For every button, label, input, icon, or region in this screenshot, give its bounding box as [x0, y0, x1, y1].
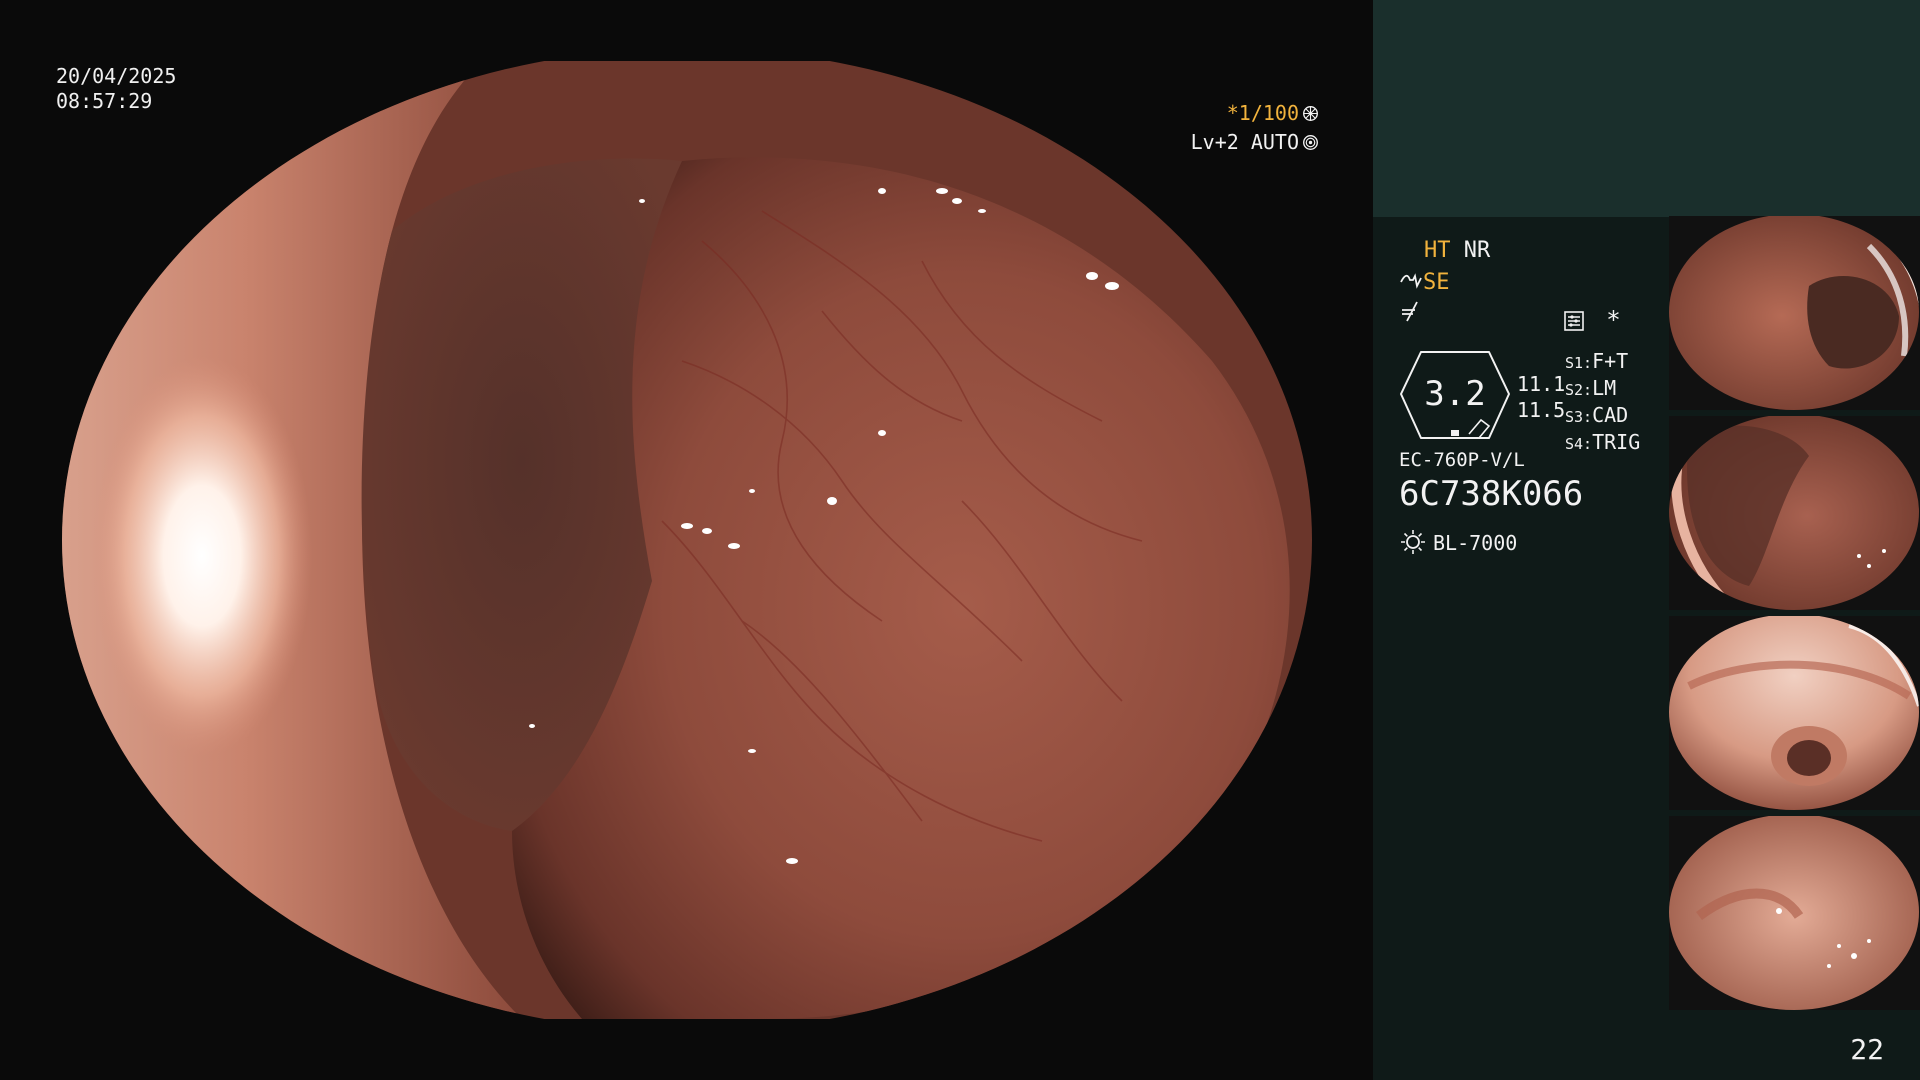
- panel-header-area: [1373, 0, 1920, 217]
- zoom-indicator: 3.2: [1399, 350, 1511, 440]
- camera-status-overlay: *1/100 Lv+2 AUTO: [1191, 99, 1319, 157]
- mode-ht: HT: [1424, 238, 1451, 263]
- asterisk-icon: *: [1606, 306, 1621, 334]
- page-number: 22: [1850, 1033, 1884, 1066]
- light-source-text: BL-7000: [1433, 531, 1518, 555]
- thumbnail-3[interactable]: [1669, 616, 1920, 816]
- time-text: 08:57:29: [56, 89, 153, 113]
- zoom-number-bottom: 11.5: [1517, 398, 1566, 422]
- scope-setting-s2: S2:LM: [1565, 376, 1617, 400]
- thumbnail-1[interactable]: [1669, 216, 1920, 416]
- thumbnail-image: [1669, 216, 1920, 416]
- mode-se: SE: [1423, 270, 1450, 295]
- endoscopic-image: [62, 61, 1312, 1019]
- scope-setting-s3: S3:CAD: [1565, 403, 1629, 427]
- shutter-wheel-icon: [1303, 106, 1318, 121]
- scope-setting-s4: S4:TRIG: [1565, 430, 1641, 454]
- light-source-row: BL-7000: [1399, 528, 1517, 557]
- scope-model-text: EC-760P-V/L: [1399, 449, 1525, 471]
- date-time-display: 20/04/2025 08:57:29: [56, 64, 176, 114]
- shutter-speed-text: *1/100: [1226, 101, 1299, 125]
- zoom-numbers: 11.1 11.5: [1517, 371, 1565, 423]
- zoom-value: 3.2: [1424, 374, 1486, 414]
- mode-row-filter: [1399, 298, 1423, 328]
- enhancement-level-text: Lv+2: [1190, 130, 1239, 154]
- iris-target-icon: [1303, 135, 1318, 150]
- endoscope-main-view: 20/04/2025 08:57:29 *1/100 Lv+2 AUTO: [0, 0, 1373, 1080]
- enhancement-row: Lv+2 AUTO: [1191, 128, 1319, 157]
- scope-serial-text: 6C738K066: [1399, 474, 1584, 514]
- thumbnail-image: [1669, 816, 1920, 1016]
- sharpness-icon: [1400, 273, 1422, 289]
- iris-mode-text: AUTO: [1250, 130, 1299, 154]
- zoom-number-top: 11.1: [1517, 372, 1566, 396]
- mode-nr: NR: [1463, 238, 1491, 263]
- settings-menu-icon: [1564, 311, 1584, 331]
- shutter-row: *1/100: [1191, 99, 1319, 128]
- mode-row-ht-nr: HT NR: [1424, 236, 1490, 266]
- scope-setting-s1: S1:F+T: [1565, 349, 1629, 373]
- light-bulb-icon: [1401, 530, 1425, 554]
- thumbnail-image: [1669, 416, 1920, 616]
- thumbnail-4[interactable]: [1669, 816, 1920, 1016]
- thumbnail-2[interactable]: [1669, 416, 1920, 616]
- side-info-panel: HT NR SE * 3.2 11.1 11.5 S1:F+T S2:LM S3…: [1373, 0, 1920, 1080]
- mode-row-se: SE: [1399, 268, 1450, 298]
- filter-slash-icon: [1402, 301, 1418, 322]
- thumbnail-image: [1669, 616, 1920, 816]
- menu-icons-row: *: [1563, 306, 1621, 334]
- scope-switch-settings: S1:F+T S2:LM S3:CAD S4:TRIG: [1565, 349, 1640, 457]
- date-text: 20/04/2025: [56, 64, 177, 88]
